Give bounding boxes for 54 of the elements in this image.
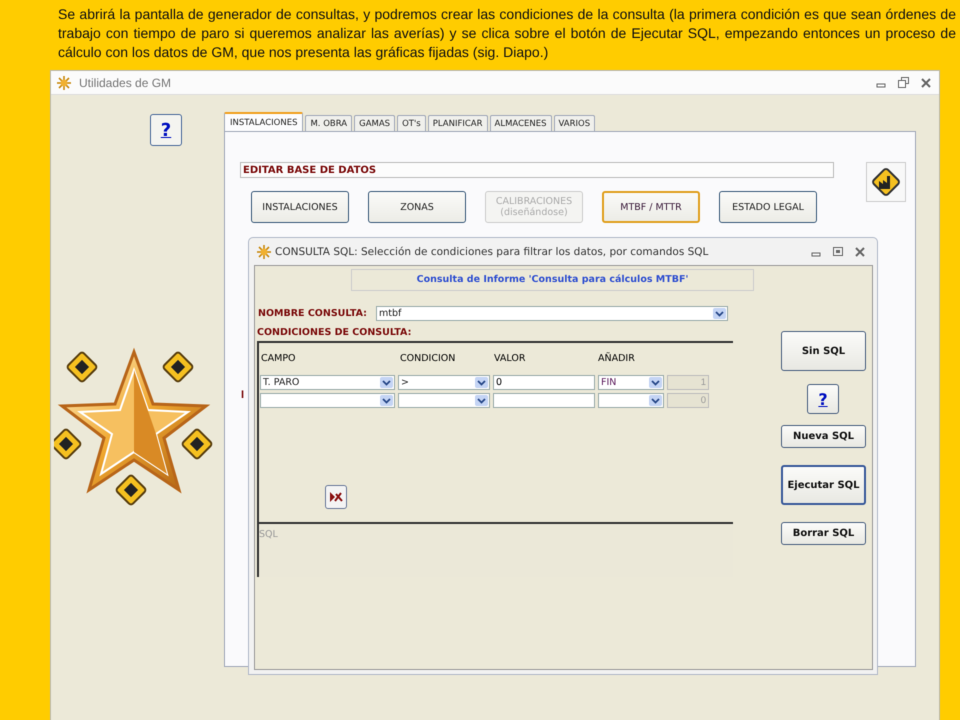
tab[interactable]: PLANIFICAR — [428, 115, 488, 131]
field-dropdown[interactable]: T. PARO — [260, 375, 395, 390]
section-button[interactable]: MTBF / MTTR — [602, 191, 700, 223]
close-icon[interactable] — [921, 78, 931, 88]
chevron-icon — [651, 380, 660, 386]
tab[interactable]: M. OBRA — [305, 115, 352, 131]
chevron-icon — [382, 380, 391, 386]
window-title: Utilidades de GM — [79, 76, 172, 90]
sun-icon — [57, 76, 71, 90]
section-button[interactable]: ESTADO LEGAL — [719, 191, 817, 223]
factory-button[interactable] — [866, 162, 906, 202]
report-header: Consulta de Informe 'Consulta para cálculos MTBF' — [351, 269, 754, 291]
sun-icon — [257, 244, 271, 258]
restore-icon[interactable] — [898, 77, 909, 88]
caption-text: Se abrirá la pantalla de generador de consultas, y podremos crear las condiciones de la consulta (la primera condición es que sean órdenes de trabajo con tiempo de paro si queremos analizar las averías) y se clica sobre el botón de Ejecutar SQL, empezando entonces un proceso de cálculo con los datos de GM, que nos presenta las gráficas fijadas (sig. Diapo.) — [58, 5, 956, 62]
conditions-label: CONDICIONES DE CONSULTA: — [257, 327, 412, 338]
column-header: CONDICION — [400, 352, 456, 364]
chevron-icon — [715, 310, 724, 316]
dialog-title: CONSULTA SQL: Selección de condiciones para filtrar los datos, por comandos SQL — [275, 246, 708, 258]
delete-icon — [329, 491, 343, 503]
help-button[interactable]: ? — [150, 114, 182, 146]
value-field[interactable]: 0 — [493, 375, 595, 390]
section-button[interactable]: ZONAS — [368, 191, 466, 223]
section-label: EDITAR BASE DE DATOS — [240, 162, 834, 178]
help-button[interactable]: ? — [807, 384, 839, 414]
column-header: VALOR — [494, 352, 526, 364]
chevron-icon — [382, 398, 391, 404]
condition-dropdown[interactable]: > — [398, 375, 490, 390]
field-dropdown[interactable] — [260, 393, 395, 408]
column-header: AÑADIR — [598, 352, 635, 364]
tab[interactable]: ALMACENES — [490, 115, 552, 131]
execute-button[interactable]: Ejecutar SQL — [781, 465, 866, 505]
close-icon[interactable] — [855, 246, 865, 256]
section-button[interactable]: INSTALACIONES — [251, 191, 349, 223]
maximize-icon[interactable] — [833, 246, 843, 256]
add-dropdown[interactable]: FIN — [598, 375, 664, 390]
tab[interactable]: GAMAS — [354, 115, 396, 131]
delete-condition-button[interactable] — [325, 485, 347, 509]
chevron-icon — [477, 398, 486, 404]
column-header: CAMPO — [261, 352, 297, 364]
chevron-icon — [651, 398, 660, 404]
row-number-field: 1 — [667, 375, 709, 390]
value-field[interactable] — [493, 393, 595, 408]
tab[interactable]: VARIOS — [554, 115, 596, 131]
chevron-icon — [477, 380, 486, 386]
tab[interactable]: INSTALACIONES — [224, 112, 304, 131]
tab[interactable]: OT's — [397, 115, 426, 131]
sql-button[interactable]: Nueva SQL — [781, 425, 866, 448]
query-name-label: NOMBRE CONSULTA: — [258, 308, 368, 319]
query-name-dropdown[interactable]: mtbf — [376, 306, 728, 321]
partial-label: I — [241, 389, 244, 401]
row-number-field: 0 — [667, 393, 709, 408]
sin-sql-button[interactable]: Sin SQL — [781, 331, 866, 371]
sql-button[interactable]: Borrar SQL — [781, 522, 866, 545]
